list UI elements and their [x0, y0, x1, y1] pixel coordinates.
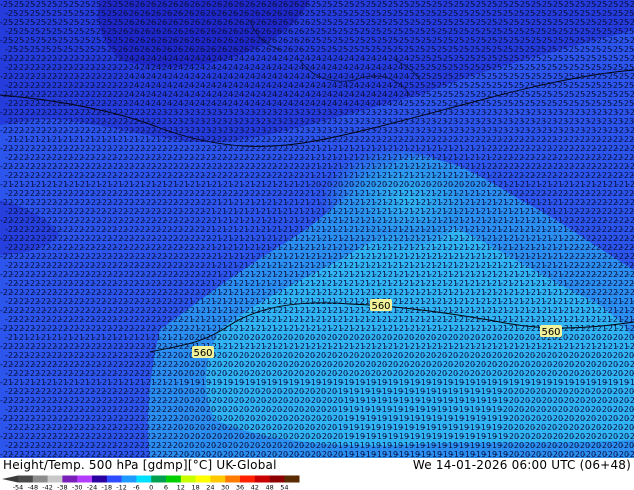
temperature-value: -22: [627, 162, 634, 171]
temperature-value: -25: [627, 0, 634, 9]
scale-color-bin: [284, 475, 300, 483]
scale-color-bin: [77, 475, 93, 483]
contour-label: 560: [193, 348, 212, 359]
scale-tick-label: 42: [251, 484, 259, 490]
temperature-value: -25: [627, 54, 634, 63]
scale-tick-label: -24: [87, 484, 98, 490]
temperature-value-grid: -25-25-25-25-25-25-25-25-25-25-25-26-26-…: [0, 0, 634, 458]
scale-color-bin: [47, 475, 63, 483]
scale-tick-label: -38: [57, 484, 68, 490]
scale-color-bin: [166, 475, 182, 483]
scale-tick-label: 36: [236, 484, 244, 490]
scale-color-bin: [180, 475, 196, 483]
temperature-value: -21: [627, 324, 634, 333]
scale-tick-label: 30: [221, 484, 229, 490]
scale-color-bin: [62, 475, 78, 483]
temperature-value: -22: [627, 288, 634, 297]
scale-tick-label: -18: [101, 484, 112, 490]
temperature-value: -25: [627, 90, 634, 99]
scale-tick-label: 54: [280, 484, 288, 490]
color-scale-legend: -54 -48 -42 -38 -30 -24 -18 -12 -6 0 6 12 18 24 30 36 42…: [2, 475, 300, 490]
scale-color-bin: [121, 475, 137, 483]
temperature-value: -22: [627, 216, 634, 225]
scale-tick-label: 6: [164, 484, 168, 490]
scale-left-arrow: [2, 475, 18, 483]
temperature-value: -22: [627, 234, 634, 243]
temperature-value: -23: [627, 108, 634, 117]
temperature-value: -25: [627, 72, 634, 81]
scale-tick-label: -12: [116, 484, 127, 490]
scale-tick-label: -6: [133, 484, 139, 490]
footer-bar: Height/Temp. 500 hPa [gdmp][°C] UK-Globa…: [0, 458, 634, 490]
scale-tick-label: -54: [13, 484, 24, 490]
temperature-value: -22: [627, 270, 634, 279]
scale-tick-label: 48: [265, 484, 273, 490]
temperature-value: -21: [627, 306, 634, 315]
scale-color-bin: [225, 475, 241, 483]
scale-color-bin: [210, 475, 226, 483]
temperature-value: -22: [627, 252, 634, 261]
temperature-value: -21: [627, 342, 634, 351]
temperature-value: -22: [627, 198, 634, 207]
temperature-value: -25: [627, 18, 634, 27]
temperature-value: -20: [627, 450, 634, 458]
scale-tick-label: -30: [72, 484, 83, 490]
scale-tick-label: 12: [177, 484, 185, 490]
scale-color-bin: [92, 475, 108, 483]
temperature-value: -20: [627, 414, 634, 423]
map-view[interactable]: -25 -25 -25 -25 -25 -25 -25 -25 -25 -25 -25 -26 -26-…: [0, 0, 634, 458]
scale-color-bin: [106, 475, 122, 483]
temperature-value: -20: [627, 432, 634, 441]
scale-color-bin: [195, 475, 211, 483]
contour-label: 560: [541, 327, 560, 338]
temperature-map: -25-25-25-25-25-25-25-25-25-25-25-26-26-…: [0, 0, 634, 458]
scale-color-bin: [136, 475, 152, 483]
scale-color-bin: [32, 475, 48, 483]
temperature-value: -23: [627, 126, 634, 135]
valid-time: We 14-01-2026 06:00 UTC (06+48): [412, 458, 631, 472]
temperature-value: -21: [627, 180, 634, 189]
temperature-value: -22: [627, 144, 634, 153]
scale-tick-label: 18: [191, 484, 199, 490]
scale-tick-label: -42: [42, 484, 53, 490]
temperature-value: -20: [627, 396, 634, 405]
scale-tick-label: 24: [206, 484, 214, 490]
scale-color-bin: [18, 475, 34, 483]
scale-color-bin: [151, 475, 167, 483]
scale-color-bin: [240, 475, 256, 483]
product-title: Height/Temp. 500 hPa [gdmp][°C] UK-Globa…: [3, 458, 277, 472]
temperature-value: -25: [627, 36, 634, 45]
contour-label: 560: [371, 301, 390, 312]
scale-tick-label: -48: [27, 484, 38, 490]
scale-color-bin: [254, 475, 270, 483]
scale-tick-label: 0: [149, 484, 153, 490]
scale-color-bin: [269, 475, 285, 483]
temperature-value: -20: [627, 360, 634, 369]
temperature-value: -19: [627, 378, 634, 387]
